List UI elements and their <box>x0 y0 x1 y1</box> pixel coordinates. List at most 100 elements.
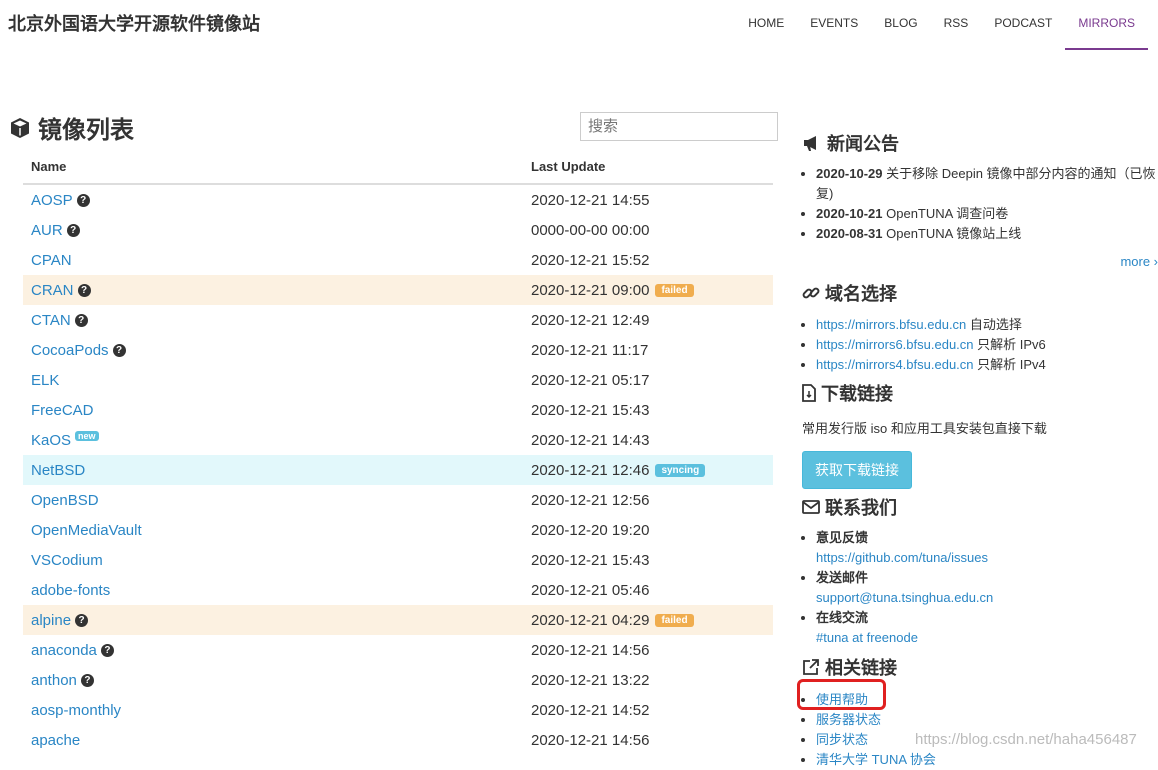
mirror-link[interactable]: CRAN <box>31 282 74 299</box>
table-row: ELK 2020-12-21 05:17 <box>23 365 773 395</box>
contact-list: 意见反馈 https://github.com/tuna/issues 发送邮件 su… <box>802 528 1158 648</box>
mirror-link[interactable]: CPAN <box>31 252 72 269</box>
mirror-link[interactable]: AOSP <box>31 192 73 209</box>
cube-icon <box>11 117 29 138</box>
contact-label: 在线交流 <box>816 610 869 625</box>
last-update-time: 2020-12-21 11:17 <box>531 341 649 359</box>
related-item: 服务器状态 <box>816 710 1158 730</box>
domain-link[interactable]: https://mirrors.bfsu.edu.cn <box>816 317 966 332</box>
news-date: 2020-10-29 <box>816 166 883 181</box>
help-icon[interactable]: ? <box>80 673 94 687</box>
table-row: anaconda? 2020-12-21 14:56 <box>23 635 773 665</box>
nav-events[interactable]: EVENTS <box>797 0 871 50</box>
related-section: 相关链接 使用帮助服务器状态同步状态清华大学 TUNA 协会 <box>802 654 1158 770</box>
mirror-link[interactable]: ELK <box>31 372 59 389</box>
site-title[interactable]: 北京外国语大学开源软件镜像站 <box>8 10 260 36</box>
news-link[interactable]: OpenTUNA 镜像站上线 <box>886 226 1021 241</box>
mirror-link[interactable]: KaOS <box>31 432 71 449</box>
domain-link[interactable]: https://mirrors4.bfsu.edu.cn <box>816 357 974 372</box>
related-link[interactable]: 同步状态 <box>816 732 868 747</box>
help-icon[interactable]: ? <box>112 343 126 357</box>
mirror-name-cell: KaOS new <box>23 431 523 449</box>
mirror-name-cell: aosp-monthly <box>23 702 523 719</box>
mirror-link[interactable]: OpenMediaVault <box>31 522 142 539</box>
mirror-name-cell: NetBSD <box>23 462 523 479</box>
table-header: Name Last Update <box>23 150 773 185</box>
last-update-cell: 2020-12-21 13:22 <box>523 672 773 689</box>
mirror-link[interactable]: AUR <box>31 222 63 239</box>
related-link[interactable]: 清华大学 TUNA 协会 <box>816 752 936 767</box>
mirror-name-cell: OpenMediaVault <box>23 522 523 539</box>
news-item: 2020-10-29 关于移除 Deepin 镜像中部分内容的通知（已恢复) <box>816 164 1158 204</box>
mirror-link[interactable]: OpenBSD <box>31 492 99 509</box>
news-more-link[interactable]: more › <box>1120 254 1158 269</box>
link-icon <box>802 287 820 299</box>
nav-home[interactable]: HOME <box>735 0 797 50</box>
status-badge: syncing <box>655 463 706 477</box>
mirror-link[interactable]: NetBSD <box>31 462 85 479</box>
last-update-time: 2020-12-21 13:22 <box>531 671 650 689</box>
help-icon[interactable]: ? <box>76 193 90 207</box>
domain-note: 只解析 IPv6 <box>977 337 1046 352</box>
nav-mirrors[interactable]: MIRRORS <box>1065 0 1148 50</box>
domain-note: 只解析 IPv4 <box>977 357 1046 372</box>
contact-link[interactable]: support@tuna.tsinghua.edu.cn <box>816 588 1158 608</box>
download-description: 常用发行版 iso 和应用工具安装包直接下载 <box>802 421 1047 436</box>
help-icon[interactable]: ? <box>66 223 80 237</box>
last-update-time: 2020-12-21 04:29 <box>531 611 650 629</box>
mirror-link[interactable]: VSCodium <box>31 552 103 569</box>
mirror-link[interactable]: anthon <box>31 672 77 689</box>
mirror-link[interactable]: CocoaPods <box>31 342 109 359</box>
column-header-name[interactable]: Name <box>23 159 523 174</box>
mirror-name-cell: CPAN <box>23 252 523 269</box>
news-date: 2020-08-31 <box>816 226 883 241</box>
contact-link[interactable]: https://github.com/tuna/issues <box>816 548 1158 568</box>
last-update-time: 2020-12-20 19:20 <box>531 521 650 539</box>
last-update-cell: 2020-12-21 12:49 <box>523 312 773 329</box>
nav-podcast[interactable]: PODCAST <box>981 0 1065 50</box>
status-badge: failed <box>655 283 694 297</box>
mirror-link[interactable]: apache <box>31 732 80 749</box>
help-icon[interactable]: ? <box>77 283 91 297</box>
nav-blog[interactable]: BLOG <box>871 0 930 50</box>
table-body: AOSP? 2020-12-21 14:55 AUR? 0000-00-00 00:0… <box>23 185 773 755</box>
mirror-link[interactable]: anaconda <box>31 642 97 659</box>
mirror-name-cell: anthon? <box>23 672 523 689</box>
mirror-name-cell: AUR? <box>23 222 523 239</box>
mirror-link[interactable]: FreeCAD <box>31 402 94 419</box>
table-row: anthon? 2020-12-21 13:22 <box>23 665 773 695</box>
news-link[interactable]: OpenTUNA 调查问卷 <box>886 206 1008 221</box>
domain-title: 域名选择 <box>825 284 897 304</box>
get-download-link-button[interactable]: 获取下载链接 <box>802 451 912 489</box>
mirror-link[interactable]: alpine <box>31 612 71 629</box>
domain-item: https://mirrors.bfsu.edu.cn 自动选择 <box>816 315 1158 335</box>
last-update-cell: 2020-12-21 14:52 <box>523 702 773 719</box>
news-title: 新闻公告 <box>827 134 899 154</box>
mirror-link[interactable]: CTAN <box>31 312 71 329</box>
help-icon[interactable]: ? <box>75 613 89 627</box>
nav-rss[interactable]: RSS <box>931 0 982 50</box>
help-icon[interactable]: ? <box>100 643 114 657</box>
envelope-icon <box>802 500 820 514</box>
contact-link[interactable]: #tuna at freenode <box>816 628 1158 648</box>
domain-list: https://mirrors.bfsu.edu.cn 自动选择https://… <box>802 315 1158 375</box>
table-row: AOSP? 2020-12-21 14:55 <box>23 185 773 215</box>
mirror-name-cell: CRAN? <box>23 282 523 299</box>
help-icon[interactable]: ? <box>74 313 88 327</box>
mirror-link[interactable]: adobe-fonts <box>31 582 110 599</box>
related-link[interactable]: 服务器状态 <box>816 712 881 727</box>
last-update-time: 2020-12-21 15:43 <box>531 551 650 569</box>
domain-link[interactable]: https://mirrors6.bfsu.edu.cn <box>816 337 974 352</box>
search-input[interactable] <box>580 112 778 141</box>
table-row: CocoaPods? 2020-12-21 11:17 <box>23 335 773 365</box>
news-heading: 新闻公告 <box>802 130 1158 156</box>
last-update-time: 0000-00-00 00:00 <box>531 221 650 239</box>
mirror-name-cell: anaconda? <box>23 642 523 659</box>
last-update-time: 2020-12-21 14:55 <box>531 191 650 209</box>
last-update-time: 2020-12-21 12:46 <box>531 461 650 479</box>
external-link-icon <box>803 659 819 675</box>
column-header-last-update[interactable]: Last Update <box>523 159 773 174</box>
mirror-link[interactable]: aosp-monthly <box>31 702 121 719</box>
contact-section: 联系我们 意见反馈https://github.com/tuna/issues发… <box>802 494 1158 648</box>
news-list: 2020-10-29 关于移除 Deepin 镜像中部分内容的通知（已恢复)20… <box>802 164 1158 244</box>
